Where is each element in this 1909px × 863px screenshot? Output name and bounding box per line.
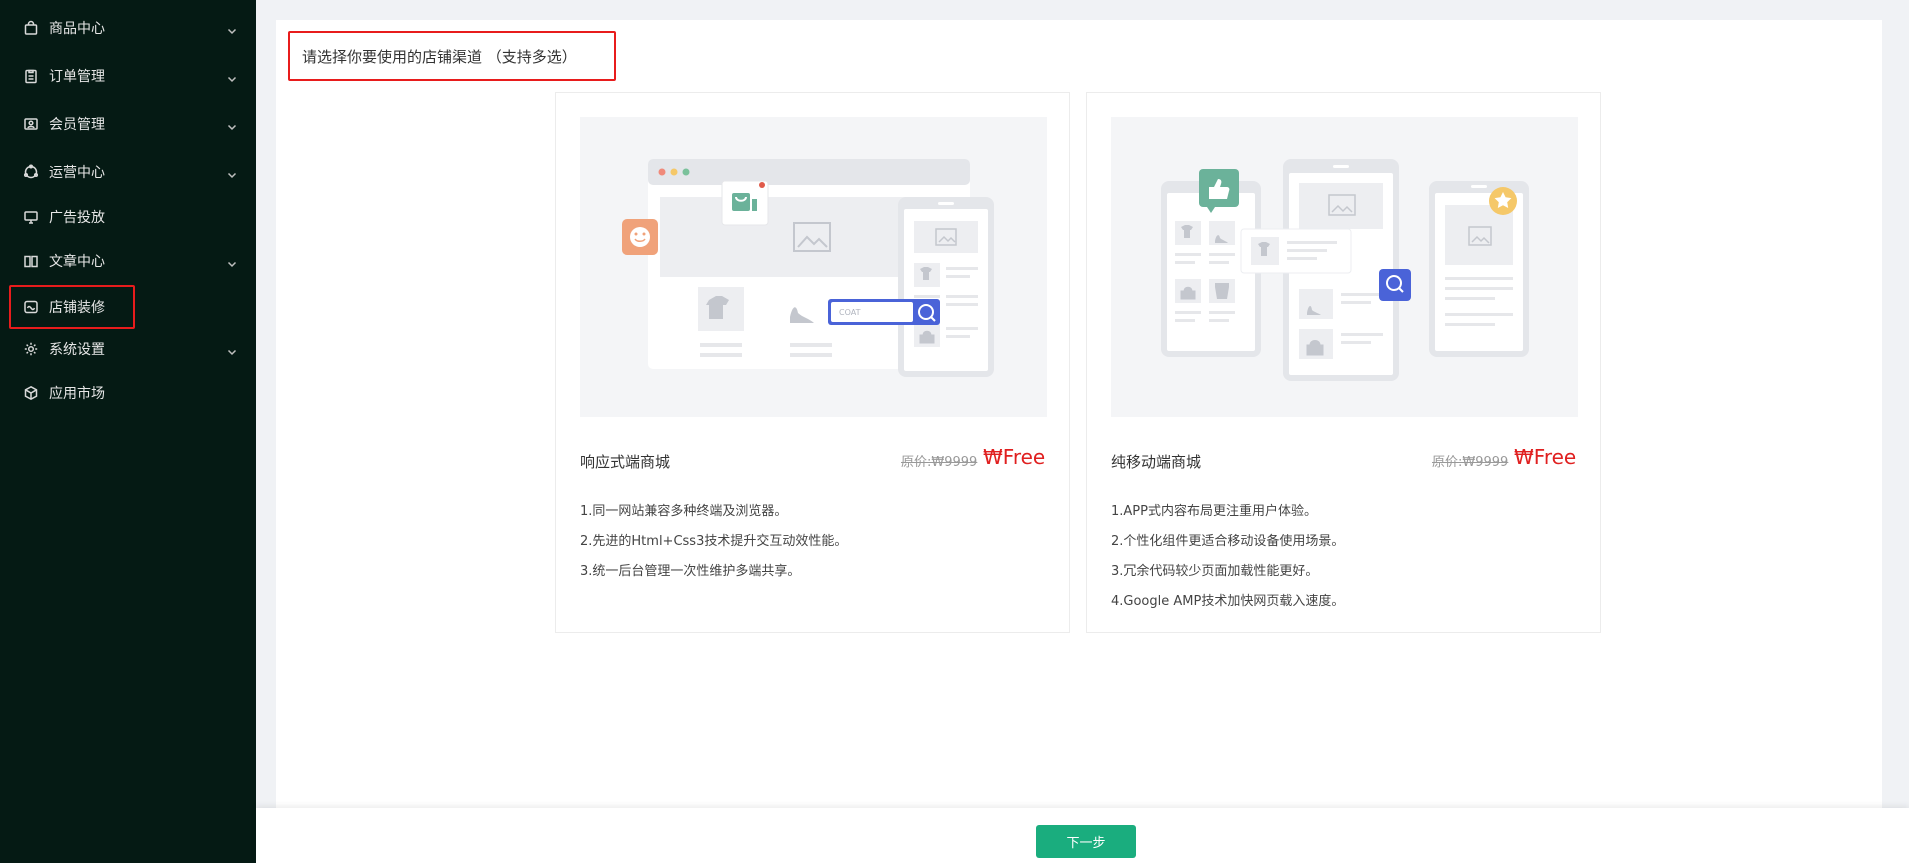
sidebar-item-articles[interactable]: 文章中心 [0, 239, 256, 283]
feature-item: 4.Google AMP技术加快网页载入速度。 [1111, 594, 1345, 609]
chevron-down-icon [226, 255, 238, 268]
feature-item: 1.同一网站兼容多种终端及浏览器。 [580, 504, 788, 519]
sidebar-item-operations[interactable]: 运营中心 [0, 150, 256, 194]
mobile-store-card[interactable]: 纯移动端商城 原价:₩9999 ₩Free 1.APP式内容布局更注重用户体验。… [1086, 92, 1601, 633]
chevron-down-icon [226, 22, 238, 35]
responsive-store-card[interactable]: COAT 响应式端商城 原价:₩9999 ₩Free 1.同一网站兼容多种终端及… [555, 92, 1070, 633]
page-title: 请选择你要使用的店铺渠道 （支持多选） [302, 47, 577, 66]
chevron-down-icon [226, 118, 238, 131]
sidebar-item-settings[interactable]: 系统设置 [0, 327, 256, 371]
search-input: COAT [839, 308, 861, 317]
sidebar: 商品中心 订单管理 会员管理 运营中心 广告投放 文章中心 店铺装修 系统设置 … [0, 0, 256, 863]
sidebar-item-label: 广告投放 [49, 210, 105, 226]
mobile-store-illustration [1111, 117, 1578, 417]
sidebar-item-members[interactable]: 会员管理 [0, 102, 256, 146]
card-title: 响应式端商城 [580, 453, 671, 471]
sidebar-item-label: 运营中心 [49, 165, 105, 181]
original-price: 原价:₩9999 [901, 455, 978, 470]
sidebar-item-label: 商品中心 [49, 21, 105, 37]
feature-item: 2.先进的Html+Css3技术提升交互动效性能。 [580, 534, 848, 549]
feature-item: 3.冗余代码较少页面加载性能更好。 [1111, 564, 1319, 579]
operations-icon [22, 163, 40, 181]
original-price: 原价:₩9999 [1432, 455, 1509, 470]
feature-item: 3.统一后台管理一次性维护多端共享。 [580, 564, 801, 579]
feature-item: 1.APP式内容布局更注重用户体验。 [1111, 504, 1317, 519]
chevron-down-icon [226, 70, 238, 83]
top-gutter [256, 0, 1909, 20]
cube-icon [22, 384, 40, 402]
member-card-icon [22, 115, 40, 133]
sidebar-item-label: 会员管理 [49, 117, 105, 133]
next-step-button[interactable]: 下一步 [1036, 825, 1136, 858]
price: ₩Free [1514, 445, 1577, 469]
monitor-icon [22, 208, 40, 226]
card-title: 纯移动端商城 [1111, 453, 1202, 471]
sidebar-item-ads[interactable]: 广告投放 [0, 195, 256, 239]
sidebar-item-label: 订单管理 [49, 69, 105, 85]
sidebar-item-orders[interactable]: 订单管理 [0, 54, 256, 98]
sidebar-item-label: 应用市场 [49, 386, 105, 402]
responsive-store-illustration: COAT [580, 117, 1047, 417]
content-panel [276, 20, 1882, 810]
feature-item: 2.个性化组件更适合移动设备使用场景。 [1111, 534, 1345, 549]
sidebar-item-products[interactable]: 商品中心 [0, 6, 256, 50]
price: ₩Free [983, 445, 1046, 469]
bag-icon [22, 19, 40, 37]
gear-icon [22, 340, 40, 358]
sidebar-item-label: 文章中心 [49, 254, 105, 270]
sidebar-item-store-decoration[interactable]: 店铺装修 [0, 285, 256, 329]
chevron-down-icon [226, 166, 238, 179]
book-icon [22, 252, 40, 270]
chevron-down-icon [226, 343, 238, 356]
sidebar-item-label: 系统设置 [49, 342, 105, 358]
sidebar-item-app-market[interactable]: 应用市场 [0, 371, 256, 415]
clipboard-icon [22, 67, 40, 85]
sidebar-item-label: 店铺装修 [49, 300, 105, 316]
storefront-icon [22, 298, 40, 316]
page-heading: 请选择你要使用的店铺渠道 （支持多选） [288, 31, 616, 81]
